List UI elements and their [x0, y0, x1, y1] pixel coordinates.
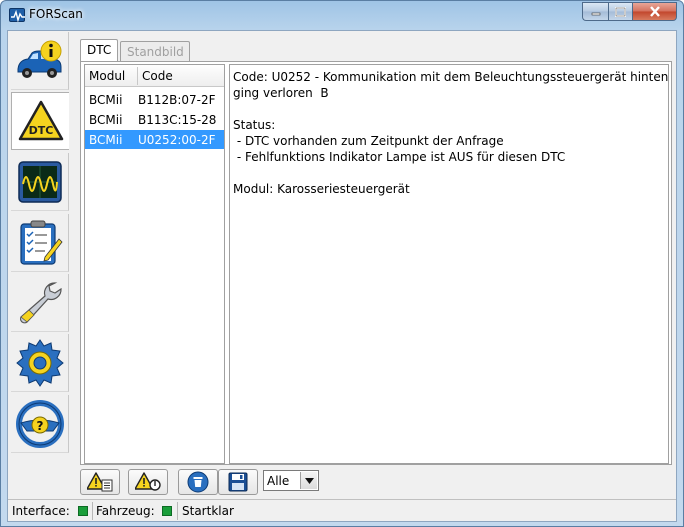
- filter-select-value: Alle: [267, 474, 290, 488]
- dtc-row-module: BCMii: [89, 133, 123, 147]
- sidebar-item-configuration[interactable]: [11, 334, 69, 392]
- window-title: FORScan: [29, 7, 83, 21]
- help-steering-wheel-icon: ?: [15, 399, 64, 448]
- dtc-panel: Modul Code BCMii B112B:07-2F BCMii B113C…: [80, 61, 672, 465]
- detail-code-line: Code: U0252 - Kommunikation mit dem Bele…: [233, 70, 669, 84]
- close-button[interactable]: [633, 2, 677, 21]
- detail-status-heading: Status:: [233, 118, 276, 132]
- dtc-details-text[interactable]: Code: U0252 - Kommunikation mit dem Bele…: [229, 64, 669, 464]
- dtc-list-header: Modul Code: [85, 65, 224, 87]
- sidebar: DTC ?: [9, 32, 71, 494]
- svg-text:DTC: DTC: [28, 124, 53, 137]
- wrench-icon: [19, 281, 62, 323]
- sidebar-item-vehicle-info[interactable]: [11, 32, 69, 90]
- column-divider[interactable]: [137, 67, 138, 85]
- sidebar-item-service[interactable]: [11, 274, 69, 332]
- detail-code-line-cont: ging verloren B: [233, 86, 329, 100]
- clear-dtc-button[interactable]: [128, 469, 168, 495]
- dtc-row-selected[interactable]: BCMii U0252:00-2F: [85, 130, 224, 149]
- dtc-row[interactable]: BCMii B112B:07-2F: [85, 90, 224, 109]
- detail-blank: [233, 165, 665, 181]
- delete-button[interactable]: [178, 469, 218, 495]
- main-client-area: DTC ? DTC Standbild Modul Code BCMii B11…: [7, 30, 677, 522]
- maximize-icon: [615, 6, 626, 17]
- status-divider: [92, 502, 93, 520]
- maximize-button[interactable]: [608, 2, 633, 21]
- column-header-module[interactable]: Modul: [89, 69, 125, 83]
- oscilloscope-icon: [17, 160, 62, 203]
- save-button[interactable]: [218, 469, 258, 495]
- dtc-list-icon: [87, 472, 113, 492]
- dtc-warning-icon: DTC: [18, 100, 63, 141]
- status-bar: Interface: Fahrzeug: Startklar: [8, 499, 676, 521]
- chevron-down-icon[interactable]: [300, 472, 317, 489]
- status-divider: [177, 502, 178, 520]
- app-window: FORScan DTC ? DTC Standbild Modul Code B…: [0, 0, 684, 527]
- dtc-reset-icon: [135, 472, 161, 491]
- bottom-toolbar: Alle: [80, 468, 672, 496]
- detail-status-item: - DTC vorhanden zum Zeitpunkt der Anfrag…: [233, 134, 504, 148]
- dtc-row-module: BCMii: [89, 93, 123, 107]
- status-state-text: Startklar: [182, 504, 234, 518]
- dtc-row-code: U0252:00-2F: [138, 133, 216, 147]
- detail-blank: [233, 101, 665, 117]
- sidebar-item-dtc[interactable]: DTC: [11, 92, 69, 150]
- dtc-list: Modul Code BCMii B112B:07-2F BCMii B113C…: [84, 64, 225, 464]
- close-icon: [649, 6, 660, 17]
- minimize-icon: [591, 12, 600, 15]
- tab-dtc[interactable]: DTC: [80, 39, 118, 62]
- column-header-code[interactable]: Code: [142, 69, 173, 83]
- sidebar-item-oscilloscope[interactable]: [11, 153, 69, 211]
- dtc-row-module: BCMii: [89, 113, 123, 127]
- car-info-icon: [17, 40, 61, 78]
- read-dtc-button[interactable]: [80, 469, 120, 495]
- checklist-icon: [19, 220, 63, 265]
- interface-status-led-icon: [78, 506, 88, 516]
- floppy-disk-icon: [228, 472, 248, 492]
- minimize-button[interactable]: [582, 2, 608, 21]
- dtc-row[interactable]: BCMii B113C:15-28: [85, 110, 224, 129]
- svg-text:?: ?: [36, 419, 43, 433]
- status-vehicle-label: Fahrzeug:: [96, 504, 155, 518]
- trash-icon: [187, 471, 209, 493]
- gear-icon: [15, 338, 64, 387]
- dtc-row-code: B112B:07-2F: [138, 93, 216, 107]
- vehicle-status-led-icon: [162, 506, 172, 516]
- detail-module-line: Modul: Karosseriesteuergerät: [233, 182, 410, 196]
- window-controls: [582, 2, 677, 21]
- tab-standbild[interactable]: Standbild: [120, 41, 190, 61]
- detail-status-item: - Fehlfunktions Indikator Lampe ist AUS …: [233, 150, 566, 164]
- filter-select[interactable]: Alle: [263, 470, 319, 491]
- forscan-app-icon: [9, 8, 25, 22]
- dtc-row-code: B113C:15-28: [138, 113, 217, 127]
- status-interface-label: Interface:: [12, 504, 70, 518]
- sidebar-item-help[interactable]: ?: [11, 395, 69, 453]
- title-bar[interactable]: FORScan: [1, 1, 683, 29]
- sidebar-item-tests[interactable]: [11, 214, 69, 272]
